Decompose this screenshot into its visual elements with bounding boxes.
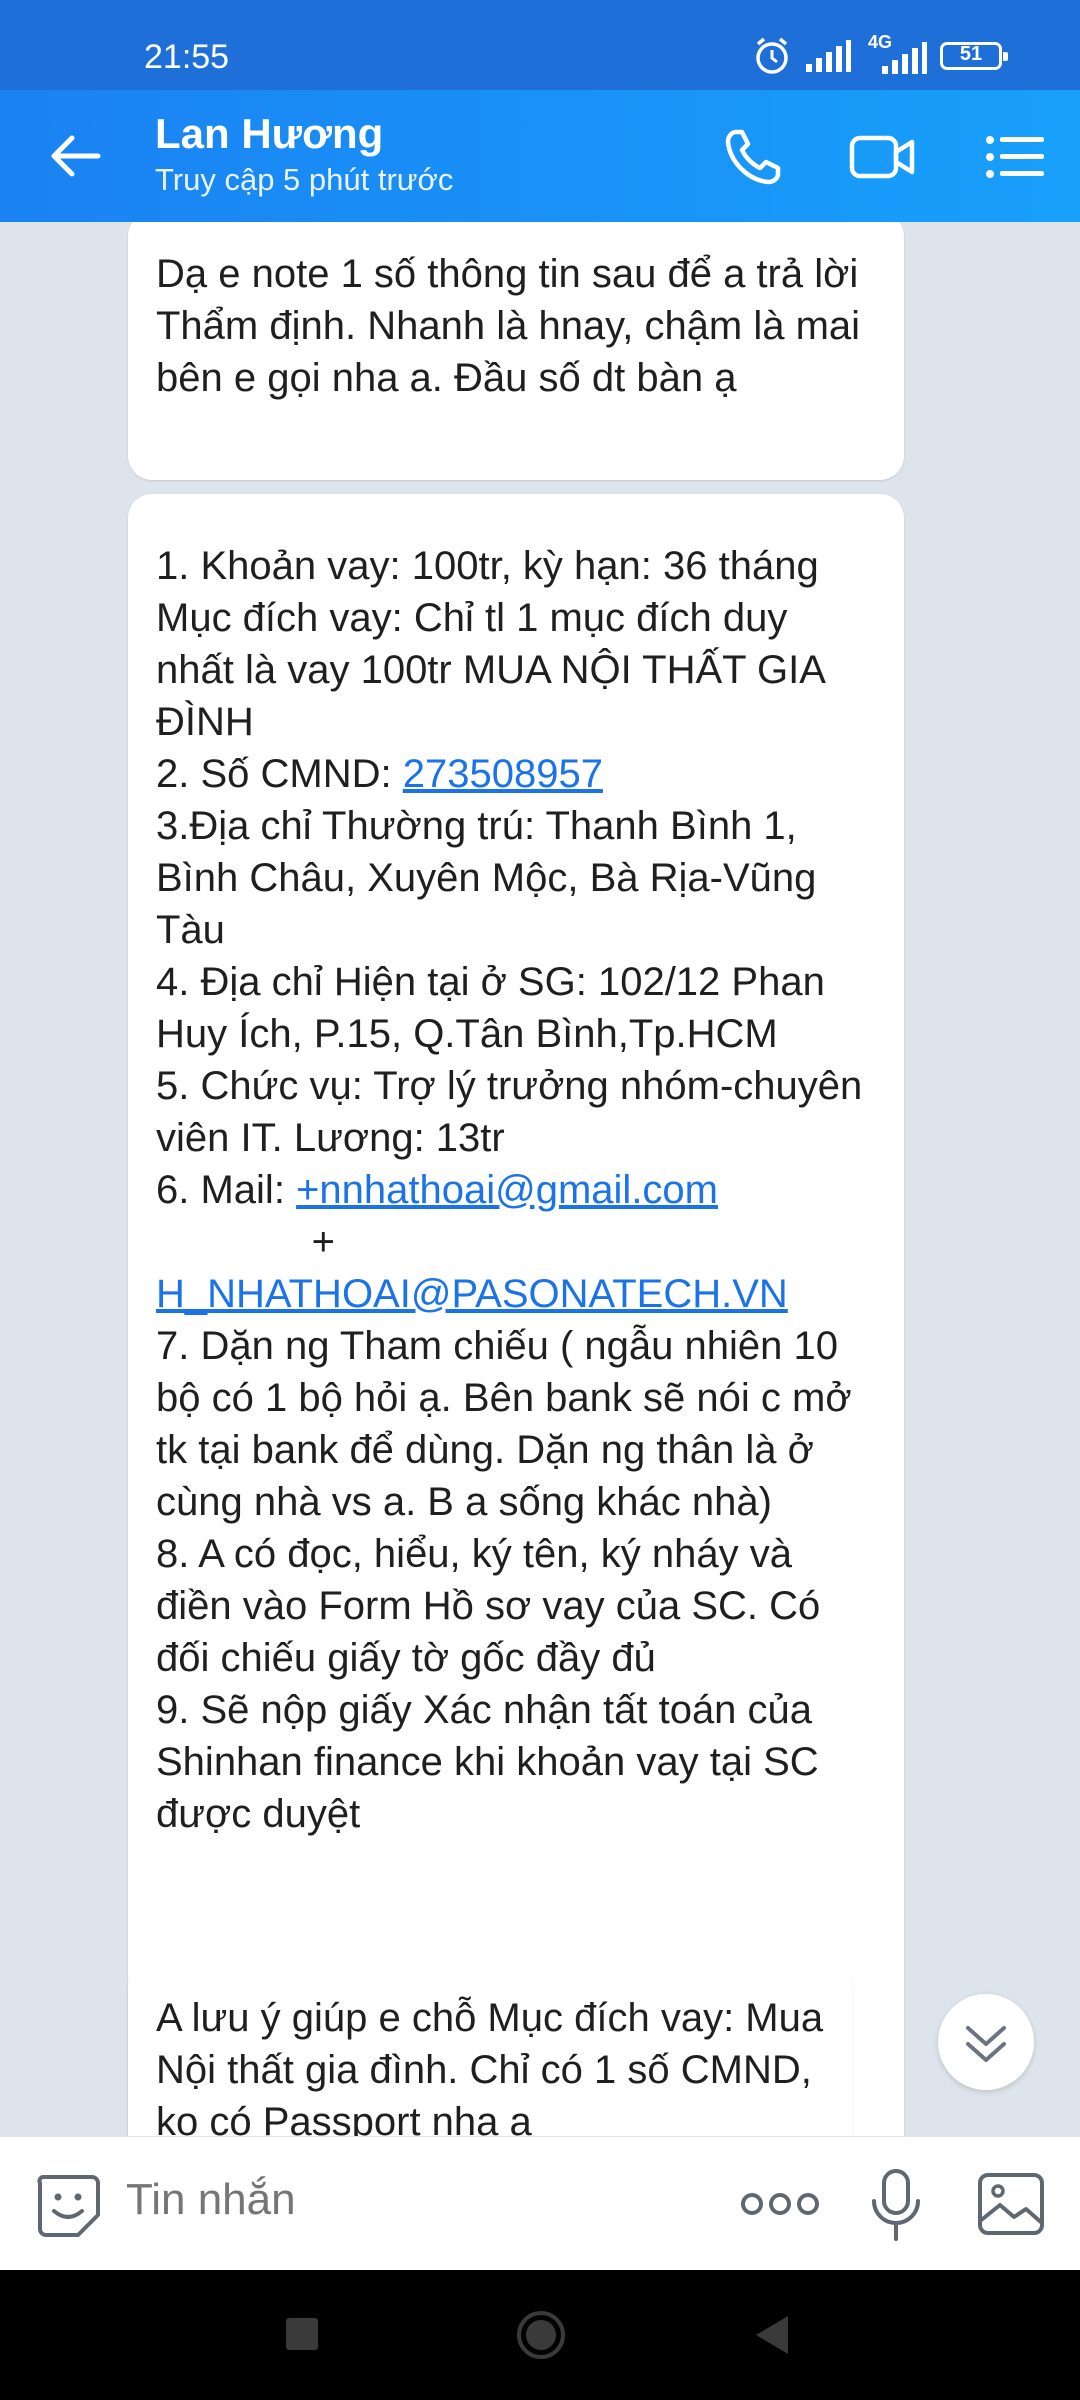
message-text: 1. Khoản vay: 100tr, kỳ hạn: 36 tháng Mụ…: [156, 544, 863, 1836]
home-icon[interactable]: [514, 2308, 568, 2362]
sticker-smile-icon[interactable]: [34, 2171, 102, 2239]
message-input-bar: [0, 2136, 1080, 2271]
image-icon[interactable]: [976, 2171, 1046, 2237]
chat-messages[interactable]: Dạ e note 1 số thông tin sau để a trả lờ…: [0, 222, 1080, 2136]
status-time: 21:55: [144, 38, 230, 76]
message-text: A lưu ý giúp e chỗ Mục đích vay: Mua Nội…: [156, 1996, 835, 2136]
list-menu-icon[interactable]: [980, 122, 1050, 192]
recent-apps-icon[interactable]: [286, 2318, 318, 2350]
email-link[interactable]: +nnhathoai@gmail.com: [296, 1168, 718, 1212]
chevron-double-down-icon: [966, 2026, 1006, 2062]
phone-icon[interactable]: [718, 122, 788, 192]
message-input[interactable]: [126, 2175, 686, 2225]
arrow-left-icon[interactable]: [44, 124, 108, 188]
chat-header: Lan Hương Truy cập 5 phút trước: [0, 90, 1080, 222]
back-nav-icon[interactable]: [754, 2314, 792, 2356]
contact-last-seen: Truy cập 5 phút trước: [155, 162, 454, 197]
contact-name[interactable]: Lan Hương: [155, 110, 383, 158]
status-icons: 4G 51: [752, 32, 1008, 76]
phone-number-link[interactable]: 273508957: [403, 752, 603, 796]
battery-icon: 51: [940, 42, 1008, 70]
video-camera-icon[interactable]: [848, 122, 918, 192]
microphone-icon[interactable]: [866, 2167, 926, 2243]
message-bubble[interactable]: A lưu ý giúp e chỗ Mục đích vay: Mua Nội…: [128, 1964, 852, 2136]
scroll-to-bottom-button[interactable]: [938, 1994, 1034, 2090]
status-bar: 21:55 4G 51: [0, 0, 1080, 90]
email-link[interactable]: H_NHATHOAI@PASONATECH.VN: [156, 1272, 788, 1316]
message-text: Dạ e note 1 số thông tin sau để a trả lờ…: [156, 252, 872, 400]
message-bubble[interactable]: 1. Khoản vay: 100tr, kỳ hạn: 36 tháng Mụ…: [128, 494, 904, 2136]
network-4g-icon: 4G: [864, 32, 928, 76]
more-dots-icon[interactable]: [740, 2187, 820, 2221]
message-bubble[interactable]: Dạ e note 1 số thông tin sau để a trả lờ…: [128, 222, 904, 480]
system-navigation-bar: [0, 2270, 1080, 2400]
signal-icon: [806, 40, 851, 72]
battery-level: 51: [959, 43, 983, 65]
alarm-icon: [756, 37, 788, 74]
